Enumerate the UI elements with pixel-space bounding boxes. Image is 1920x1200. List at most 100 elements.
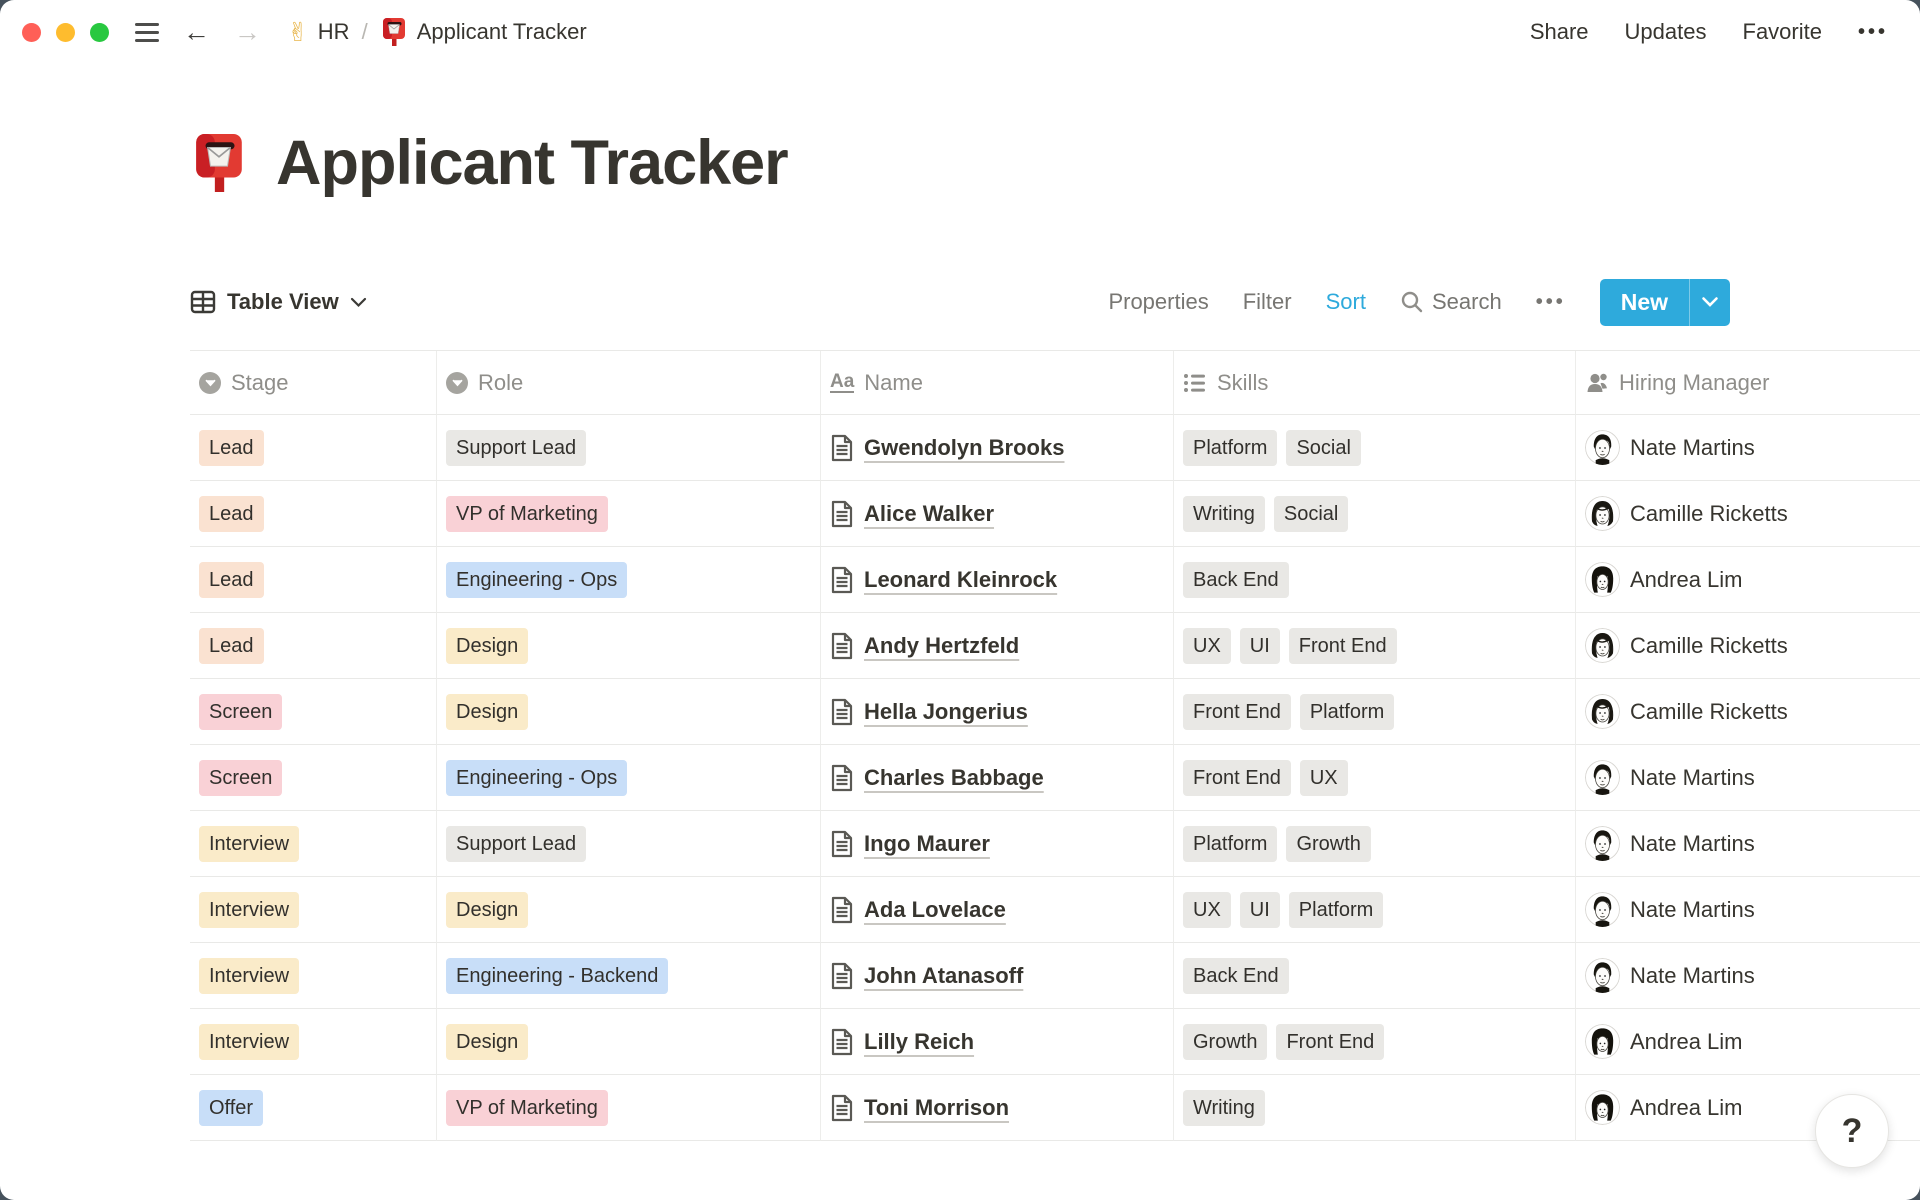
stage-cell[interactable]: Interview xyxy=(190,811,437,877)
role-tag[interactable]: VP of Marketing xyxy=(446,1089,608,1126)
sidebar-menu-icon[interactable] xyxy=(135,22,159,42)
hiring-manager-cell[interactable]: Camille Ricketts xyxy=(1576,679,1920,745)
name-cell[interactable]: Charles Babbage xyxy=(821,745,1174,811)
skill-tag[interactable]: Platform xyxy=(1288,891,1384,928)
skill-tag[interactable]: Growth xyxy=(1183,1023,1268,1060)
column-header-hiring-manager[interactable]: Hiring Manager xyxy=(1576,351,1920,415)
role-cell[interactable]: Design xyxy=(437,877,821,943)
stage-cell[interactable]: Screen xyxy=(190,745,437,811)
role-tag[interactable]: Support Lead xyxy=(446,429,587,466)
stage-tag[interactable]: Interview xyxy=(199,825,300,862)
column-header-stage[interactable]: Stage xyxy=(190,351,437,415)
name-cell[interactable]: Alice Walker xyxy=(821,481,1174,547)
help-button[interactable]: ? xyxy=(1815,1094,1889,1168)
stage-tag[interactable]: Offer xyxy=(199,1089,264,1126)
minimize-window-button[interactable] xyxy=(56,22,75,42)
skill-tag[interactable]: Back End xyxy=(1183,957,1289,994)
name-cell[interactable]: Ingo Maurer xyxy=(821,811,1174,877)
new-button-label[interactable]: New xyxy=(1600,279,1689,326)
skill-tag[interactable]: UX xyxy=(1299,759,1348,796)
role-tag[interactable]: Support Lead xyxy=(446,825,587,862)
role-cell[interactable]: Design xyxy=(437,613,821,679)
share-button[interactable]: Share xyxy=(1530,19,1589,45)
name-cell[interactable]: Leonard Kleinrock xyxy=(821,547,1174,613)
applicant-page-link[interactable]: Andy Hertzfeld xyxy=(864,633,1019,659)
stage-tag[interactable]: Lead xyxy=(199,561,264,598)
close-window-button[interactable] xyxy=(22,22,41,42)
skills-cell[interactable]: UX UI Platform xyxy=(1174,877,1576,943)
skill-tag[interactable]: Front End xyxy=(1183,693,1291,730)
hiring-manager-cell[interactable]: Nate Martins xyxy=(1576,943,1920,1009)
skills-cell[interactable]: Front End Platform xyxy=(1174,679,1576,745)
properties-button[interactable]: Properties xyxy=(1108,289,1208,315)
skill-tag[interactable]: Front End xyxy=(1183,759,1291,796)
name-cell[interactable]: Toni Morrison xyxy=(821,1075,1174,1141)
stage-tag[interactable]: Interview xyxy=(199,891,300,928)
role-tag[interactable]: Engineering - Ops xyxy=(446,759,628,796)
applicant-page-link[interactable]: Hella Jongerius xyxy=(864,699,1028,725)
role-cell[interactable]: VP of Marketing xyxy=(437,481,821,547)
role-cell[interactable]: Design xyxy=(437,679,821,745)
skill-tag[interactable]: Social xyxy=(1273,495,1349,532)
hiring-manager-cell[interactable]: Nate Martins xyxy=(1576,415,1920,481)
role-cell[interactable]: Engineering - Backend xyxy=(437,943,821,1009)
stage-cell[interactable]: Screen xyxy=(190,679,437,745)
stage-cell[interactable]: Interview xyxy=(190,1009,437,1075)
applicant-page-link[interactable]: Toni Morrison xyxy=(864,1095,1009,1121)
applicant-page-link[interactable]: Leonard Kleinrock xyxy=(864,567,1057,593)
stage-tag[interactable]: Lead xyxy=(199,429,264,466)
stage-cell[interactable]: Interview xyxy=(190,943,437,1009)
role-cell[interactable]: Support Lead xyxy=(437,811,821,877)
new-record-button[interactable]: New xyxy=(1599,278,1730,326)
skills-cell[interactable]: Front End UX xyxy=(1174,745,1576,811)
skill-tag[interactable]: Platform xyxy=(1299,693,1395,730)
stage-tag[interactable]: Screen xyxy=(199,693,283,730)
page-icon-postbox[interactable] xyxy=(190,131,248,195)
new-button-dropdown[interactable] xyxy=(1689,278,1730,326)
more-options-icon[interactable]: ••• xyxy=(1858,21,1888,44)
stage-cell[interactable]: Lead xyxy=(190,613,437,679)
role-cell[interactable]: Design xyxy=(437,1009,821,1075)
applicant-page-link[interactable]: Gwendolyn Brooks xyxy=(864,435,1064,461)
skill-tag[interactable]: Growth xyxy=(1286,825,1371,862)
hiring-manager-cell[interactable]: Camille Ricketts xyxy=(1576,481,1920,547)
role-tag[interactable]: Design xyxy=(446,693,529,730)
applicant-page-link[interactable]: John Atanasoff xyxy=(864,963,1023,989)
role-cell[interactable]: Engineering - Ops xyxy=(437,745,821,811)
name-cell[interactable]: John Atanasoff xyxy=(821,943,1174,1009)
zoom-window-button[interactable] xyxy=(90,22,109,42)
column-header-name[interactable]: Aa Name xyxy=(821,351,1174,415)
forward-button[interactable]: → xyxy=(234,18,261,46)
name-cell[interactable]: Hella Jongerius xyxy=(821,679,1174,745)
skills-cell[interactable]: UX UI Front End xyxy=(1174,613,1576,679)
applicant-page-link[interactable]: Ada Lovelace xyxy=(864,897,1006,923)
role-tag[interactable]: Design xyxy=(446,1023,529,1060)
stage-tag[interactable]: Lead xyxy=(199,495,264,532)
column-header-role[interactable]: Role xyxy=(437,351,821,415)
name-cell[interactable]: Gwendolyn Brooks xyxy=(821,415,1174,481)
filter-button[interactable]: Filter xyxy=(1243,289,1292,315)
role-cell[interactable]: Support Lead xyxy=(437,415,821,481)
column-header-skills[interactable]: Skills xyxy=(1174,351,1576,415)
stage-tag[interactable]: Lead xyxy=(199,627,264,664)
skill-tag[interactable]: UI xyxy=(1239,891,1280,928)
skill-tag[interactable]: Platform xyxy=(1183,429,1278,466)
search-button[interactable]: Search xyxy=(1400,289,1502,315)
skills-cell[interactable]: Back End xyxy=(1174,943,1576,1009)
view-more-options-icon[interactable]: ••• xyxy=(1536,291,1566,314)
skills-cell[interactable]: Back End xyxy=(1174,547,1576,613)
breadcrumb-space[interactable]: HR xyxy=(318,19,350,45)
applicant-page-link[interactable]: Lilly Reich xyxy=(864,1029,974,1055)
role-tag[interactable]: Engineering - Ops xyxy=(446,561,628,598)
role-cell[interactable]: Engineering - Ops xyxy=(437,547,821,613)
hiring-manager-cell[interactable]: Nate Martins xyxy=(1576,811,1920,877)
skill-tag[interactable]: Writing xyxy=(1183,1089,1265,1126)
hiring-manager-cell[interactable]: Nate Martins xyxy=(1576,877,1920,943)
role-cell[interactable]: VP of Marketing xyxy=(437,1075,821,1141)
stage-cell[interactable]: Lead xyxy=(190,415,437,481)
skill-tag[interactable]: Platform xyxy=(1183,825,1278,862)
skill-tag[interactable]: Social xyxy=(1286,429,1361,466)
skill-tag[interactable]: UX xyxy=(1183,891,1231,928)
skill-tag[interactable]: Front End xyxy=(1276,1023,1385,1060)
name-cell[interactable]: Andy Hertzfeld xyxy=(821,613,1174,679)
